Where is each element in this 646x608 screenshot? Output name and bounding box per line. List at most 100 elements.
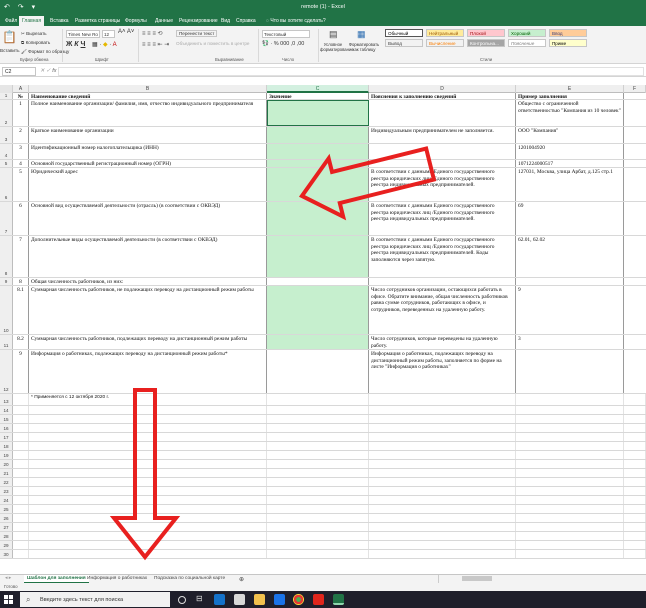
row-header[interactable]: 18	[0, 442, 13, 450]
field-name[interactable]: Основной вид осуществляемой деятельности…	[29, 202, 267, 235]
cell[interactable]	[624, 406, 646, 414]
row-header[interactable]: 17	[0, 433, 13, 441]
field-hint[interactable]: В соответствии с данными Единого государ…	[369, 202, 516, 235]
cell[interactable]	[29, 532, 267, 540]
cell[interactable]	[267, 469, 369, 477]
row-header[interactable]: 27	[0, 523, 13, 531]
tab-view[interactable]: Вид	[219, 17, 232, 25]
cell[interactable]	[369, 532, 516, 540]
field-name[interactable]: Суммарная численность работников, не под…	[29, 286, 267, 334]
cell[interactable]	[267, 433, 369, 441]
number-format-buttons[interactable]: 💱 · % 000 ‚0 ,00	[262, 41, 304, 47]
field-name[interactable]: Информация о работниках, подлежащих пере…	[29, 350, 267, 393]
header-example[interactable]: Пример заполнения	[516, 93, 624, 99]
cell[interactable]	[13, 523, 29, 531]
cell[interactable]	[369, 442, 516, 450]
row-header[interactable]: 23	[0, 487, 13, 495]
font-size-buttons[interactable]: A˄ A˅	[118, 29, 134, 35]
row-header[interactable]: 8	[0, 236, 13, 277]
cell[interactable]	[267, 550, 369, 558]
cell[interactable]	[369, 424, 516, 432]
cell[interactable]	[624, 202, 646, 235]
cell[interactable]	[516, 541, 624, 549]
cell[interactable]	[369, 550, 516, 558]
field-name[interactable]: Основной государственный регистрационный…	[29, 160, 267, 167]
row-number[interactable]: 2	[13, 127, 29, 143]
cell[interactable]	[624, 93, 646, 99]
field-example[interactable]: 9	[516, 286, 624, 334]
cell[interactable]	[267, 514, 369, 522]
row-header[interactable]: 2	[0, 100, 13, 126]
mail-icon[interactable]	[274, 594, 285, 605]
wrap-text-button[interactable]: Перенести текст	[176, 30, 218, 37]
cell[interactable]	[13, 478, 29, 486]
cell[interactable]	[624, 469, 646, 477]
copy-button[interactable]: ⧉ Копировать	[21, 40, 50, 45]
cell[interactable]	[516, 478, 624, 486]
cell[interactable]	[624, 478, 646, 486]
cell[interactable]	[624, 514, 646, 522]
field-example[interactable]: 3	[516, 335, 624, 349]
cell[interactable]	[516, 442, 624, 450]
cell[interactable]	[369, 487, 516, 495]
row-number[interactable]: 5	[13, 168, 29, 201]
cell[interactable]	[624, 505, 646, 513]
cell[interactable]	[624, 127, 646, 143]
cell[interactable]	[516, 469, 624, 477]
name-box[interactable]: C2	[2, 67, 36, 76]
field-name[interactable]: Суммарная численность работников, подлеж…	[29, 335, 267, 349]
cortana-icon[interactable]	[178, 596, 186, 604]
row-header[interactable]: 21	[0, 469, 13, 477]
field-name[interactable]: Общая численность работников, из них:	[29, 278, 267, 285]
paste-icon[interactable]: 📋	[2, 30, 17, 46]
row-header[interactable]: 11	[0, 335, 13, 349]
field-example[interactable]	[516, 350, 624, 393]
formula-input[interactable]	[58, 67, 644, 76]
cell[interactable]	[13, 487, 29, 495]
cell[interactable]	[369, 394, 516, 405]
cell[interactable]	[369, 469, 516, 477]
cell[interactable]	[516, 424, 624, 432]
style-bad[interactable]: Плохой	[467, 29, 505, 37]
cell[interactable]	[13, 394, 29, 405]
cell[interactable]	[29, 496, 267, 504]
row-header[interactable]: 5	[0, 160, 13, 167]
edge-browser-icon[interactable]	[214, 594, 225, 605]
cell[interactable]	[516, 394, 624, 405]
cell[interactable]	[624, 550, 646, 558]
field-name[interactable]: Полное наименование организации/ фамилия…	[29, 100, 267, 126]
value-cell[interactable]	[267, 168, 369, 201]
style-input[interactable]: Ввод	[549, 29, 587, 37]
cell[interactable]	[267, 406, 369, 414]
cell[interactable]	[29, 442, 267, 450]
align-bottom-buttons[interactable]: ≡ ≡ ≡ ⇤ ⇥	[142, 41, 169, 48]
cell[interactable]	[369, 406, 516, 414]
cell[interactable]	[624, 433, 646, 441]
style-explanatory[interactable]: Пояснение	[508, 39, 546, 47]
row-header[interactable]: 3	[0, 127, 13, 143]
cell[interactable]	[29, 550, 267, 558]
borders-fill-font-color[interactable]: ▦ · ◆ · A	[92, 41, 117, 48]
field-hint[interactable]	[369, 144, 516, 159]
cell[interactable]	[369, 514, 516, 522]
cell[interactable]	[13, 532, 29, 540]
column-header-f[interactable]: F	[624, 85, 646, 93]
cell[interactable]	[516, 550, 624, 558]
cell[interactable]	[624, 160, 646, 167]
cell[interactable]	[29, 469, 267, 477]
font-size-select[interactable]: 12	[102, 30, 115, 38]
style-check-cell[interactable]: Контрольна...	[467, 39, 505, 47]
cell[interactable]	[624, 523, 646, 531]
excel-taskbar-icon[interactable]	[333, 594, 344, 605]
cell[interactable]	[29, 487, 267, 495]
cell[interactable]	[29, 541, 267, 549]
cell[interactable]	[13, 406, 29, 414]
windows-start-icon[interactable]	[4, 595, 13, 604]
cell[interactable]	[13, 433, 29, 441]
file-explorer-icon[interactable]	[254, 594, 265, 605]
cell[interactable]	[624, 350, 646, 393]
cell[interactable]	[267, 487, 369, 495]
cell[interactable]	[516, 451, 624, 459]
cell[interactable]	[624, 144, 646, 159]
cell[interactable]	[267, 505, 369, 513]
